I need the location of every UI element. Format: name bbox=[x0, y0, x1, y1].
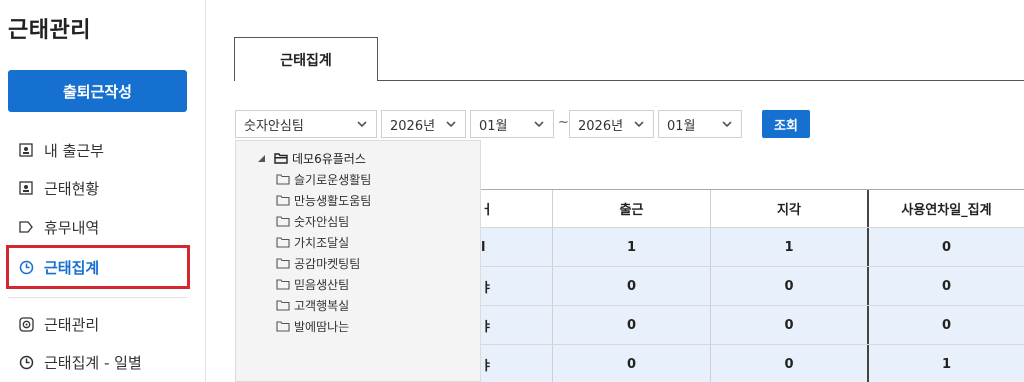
tree-item-label: 슬기로운생활팀 bbox=[294, 173, 372, 187]
table-header-cell: 사용연차일_집계 bbox=[901, 203, 992, 218]
tree-item[interactable]: 슬기로운생활팀 bbox=[276, 171, 371, 188]
table-row[interactable]: ㅑ 0 0 0 bbox=[481, 306, 1024, 345]
table-cell: 0 bbox=[553, 267, 711, 305]
tree-item-label: 만능생활도움팀 bbox=[294, 194, 372, 208]
person-badge-icon bbox=[18, 142, 34, 158]
sidebar-item-label: 근태현황 bbox=[44, 179, 100, 198]
tree-item-label: 숫자안심팀 bbox=[294, 215, 350, 229]
table-cell: 0 bbox=[711, 306, 869, 344]
tree-item[interactable]: 숫자안심팀 bbox=[276, 213, 349, 230]
tree-root-node[interactable]: 데모6유플러스 bbox=[258, 150, 366, 167]
chevron-down-icon bbox=[446, 121, 456, 128]
create-attendance-button[interactable]: 출퇴근작성 bbox=[8, 70, 187, 112]
end-month-value: 01월 bbox=[667, 118, 696, 134]
tree-item[interactable]: 고객행복실 bbox=[276, 297, 349, 314]
folder-icon bbox=[276, 174, 290, 185]
tree-item-label: 고객행복실 bbox=[294, 299, 350, 313]
table-cell: 0 bbox=[941, 239, 952, 255]
target-icon bbox=[18, 316, 34, 332]
table-cell: ㅑ bbox=[481, 345, 553, 382]
team-select-value: 숫자안심팀 bbox=[244, 118, 304, 134]
table-cell: l bbox=[481, 228, 553, 266]
chevron-down-icon bbox=[357, 121, 367, 128]
tree-item-label: 믿음생산팀 bbox=[294, 278, 350, 292]
sidebar-item-attendance-management[interactable]: 근태관리 bbox=[10, 304, 190, 344]
tree-root-label: 데모6유플러스 bbox=[292, 152, 366, 166]
team-select[interactable]: 숫자안심팀 bbox=[235, 110, 377, 138]
sidebar-title: 근태관리 bbox=[8, 18, 91, 43]
sidebar: 근태관리 출퇴근작성 내 출근부 근태현황 휴무내역 근태집계 근태관리 근태집… bbox=[0, 0, 206, 382]
table-cell: 0 bbox=[553, 345, 711, 382]
sidebar-divider bbox=[8, 297, 188, 298]
folder-icon bbox=[276, 237, 290, 248]
sidebar-item-label: 내 출근부 bbox=[44, 141, 104, 160]
table-cell: 1 bbox=[941, 356, 952, 372]
sidebar-item-label: 휴무내역 bbox=[44, 218, 100, 237]
tree-item[interactable]: 만능생활도움팀 bbox=[276, 192, 371, 209]
folder-icon bbox=[276, 279, 290, 290]
summary-table: ㅓ 출근 지각 사용연차일_집계 l 1 1 0 ㅑ 0 0 0 ㅑ 0 0 0… bbox=[481, 189, 1024, 382]
table-cell: 1 bbox=[711, 228, 869, 266]
table-cell: 0 bbox=[553, 306, 711, 344]
search-button[interactable]: 조회 bbox=[762, 110, 810, 138]
tab-underline bbox=[378, 80, 1024, 81]
table-header-cell: ㅓ bbox=[481, 190, 553, 227]
tag-icon bbox=[18, 219, 34, 235]
sidebar-item-label: 근태집계 - 일별 bbox=[44, 353, 142, 372]
table-header-cell: 지각 bbox=[711, 190, 869, 227]
app-window: 근태관리 출퇴근작성 내 출근부 근태현황 휴무내역 근태집계 근태관리 근태집… bbox=[0, 0, 1024, 382]
clock-icon bbox=[18, 354, 34, 370]
date-range-separator: ~ bbox=[558, 115, 569, 130]
tree-item-label: 가치조달실 bbox=[294, 236, 350, 250]
table-row[interactable]: ㅑ 0 0 0 bbox=[481, 267, 1024, 306]
team-tree-dropdown[interactable]: 데모6유플러스 슬기로운생활팀 만능생활도움팀 숫자안심팀 가치조달실 공감마켓… bbox=[235, 140, 481, 382]
folder-icon bbox=[276, 195, 290, 206]
folder-icon bbox=[276, 258, 290, 269]
tree-item-label: 공감마켓팅팀 bbox=[294, 257, 361, 271]
table-cell: 1 bbox=[553, 228, 711, 266]
table-cell: 0 bbox=[711, 267, 869, 305]
start-year-select[interactable]: 2026년 bbox=[381, 110, 466, 138]
tree-item[interactable]: 가치조달실 bbox=[276, 234, 349, 251]
end-year-select[interactable]: 2026년 bbox=[569, 110, 654, 138]
tree-item[interactable]: 공감마켓팅팀 bbox=[276, 255, 360, 272]
table-cell: ㅑ bbox=[481, 267, 553, 305]
table-row[interactable]: l 1 1 0 bbox=[481, 228, 1024, 267]
active-highlight-box bbox=[6, 245, 190, 289]
sidebar-item-my-attendance[interactable]: 내 출근부 bbox=[10, 130, 190, 170]
sidebar-item-label: 근태관리 bbox=[44, 315, 100, 334]
tab-attendance-summary[interactable]: 근태집계 bbox=[234, 37, 378, 81]
table-row[interactable]: ㅑ 0 0 1 bbox=[481, 345, 1024, 382]
tree-item[interactable]: 발에땀나는 bbox=[276, 318, 349, 335]
chevron-down-icon bbox=[534, 121, 544, 128]
start-year-value: 2026년 bbox=[390, 118, 436, 134]
folder-icon bbox=[276, 300, 290, 311]
sidebar-item-leave-history[interactable]: 휴무내역 bbox=[10, 207, 190, 247]
tree-item-label: 발에땀나는 bbox=[294, 320, 350, 334]
collapse-triangle-icon[interactable] bbox=[258, 154, 266, 163]
end-year-value: 2026년 bbox=[578, 118, 624, 134]
person-badge-icon bbox=[18, 180, 34, 196]
table-cell: 0 bbox=[711, 345, 869, 382]
folder-icon bbox=[276, 321, 290, 332]
tree-item[interactable]: 믿음생산팀 bbox=[276, 276, 349, 293]
start-month-value: 01월 bbox=[479, 118, 508, 134]
end-month-select[interactable]: 01월 bbox=[658, 110, 742, 138]
table-cell: ㅑ bbox=[481, 306, 553, 344]
table-header-cell: 출근 bbox=[553, 190, 711, 227]
chevron-down-icon bbox=[634, 121, 644, 128]
table-cell: 0 bbox=[941, 278, 952, 294]
table-cell: 0 bbox=[941, 317, 952, 333]
sidebar-item-daily-summary[interactable]: 근태집계 - 일별 bbox=[10, 342, 190, 382]
sidebar-item-attendance-status[interactable]: 근태현황 bbox=[10, 168, 190, 208]
table-header-row: ㅓ 출근 지각 사용연차일_집계 bbox=[481, 189, 1024, 228]
folder-icon bbox=[276, 216, 290, 227]
start-month-select[interactable]: 01월 bbox=[470, 110, 554, 138]
chevron-down-icon bbox=[722, 121, 732, 128]
folder-open-icon bbox=[274, 153, 288, 164]
